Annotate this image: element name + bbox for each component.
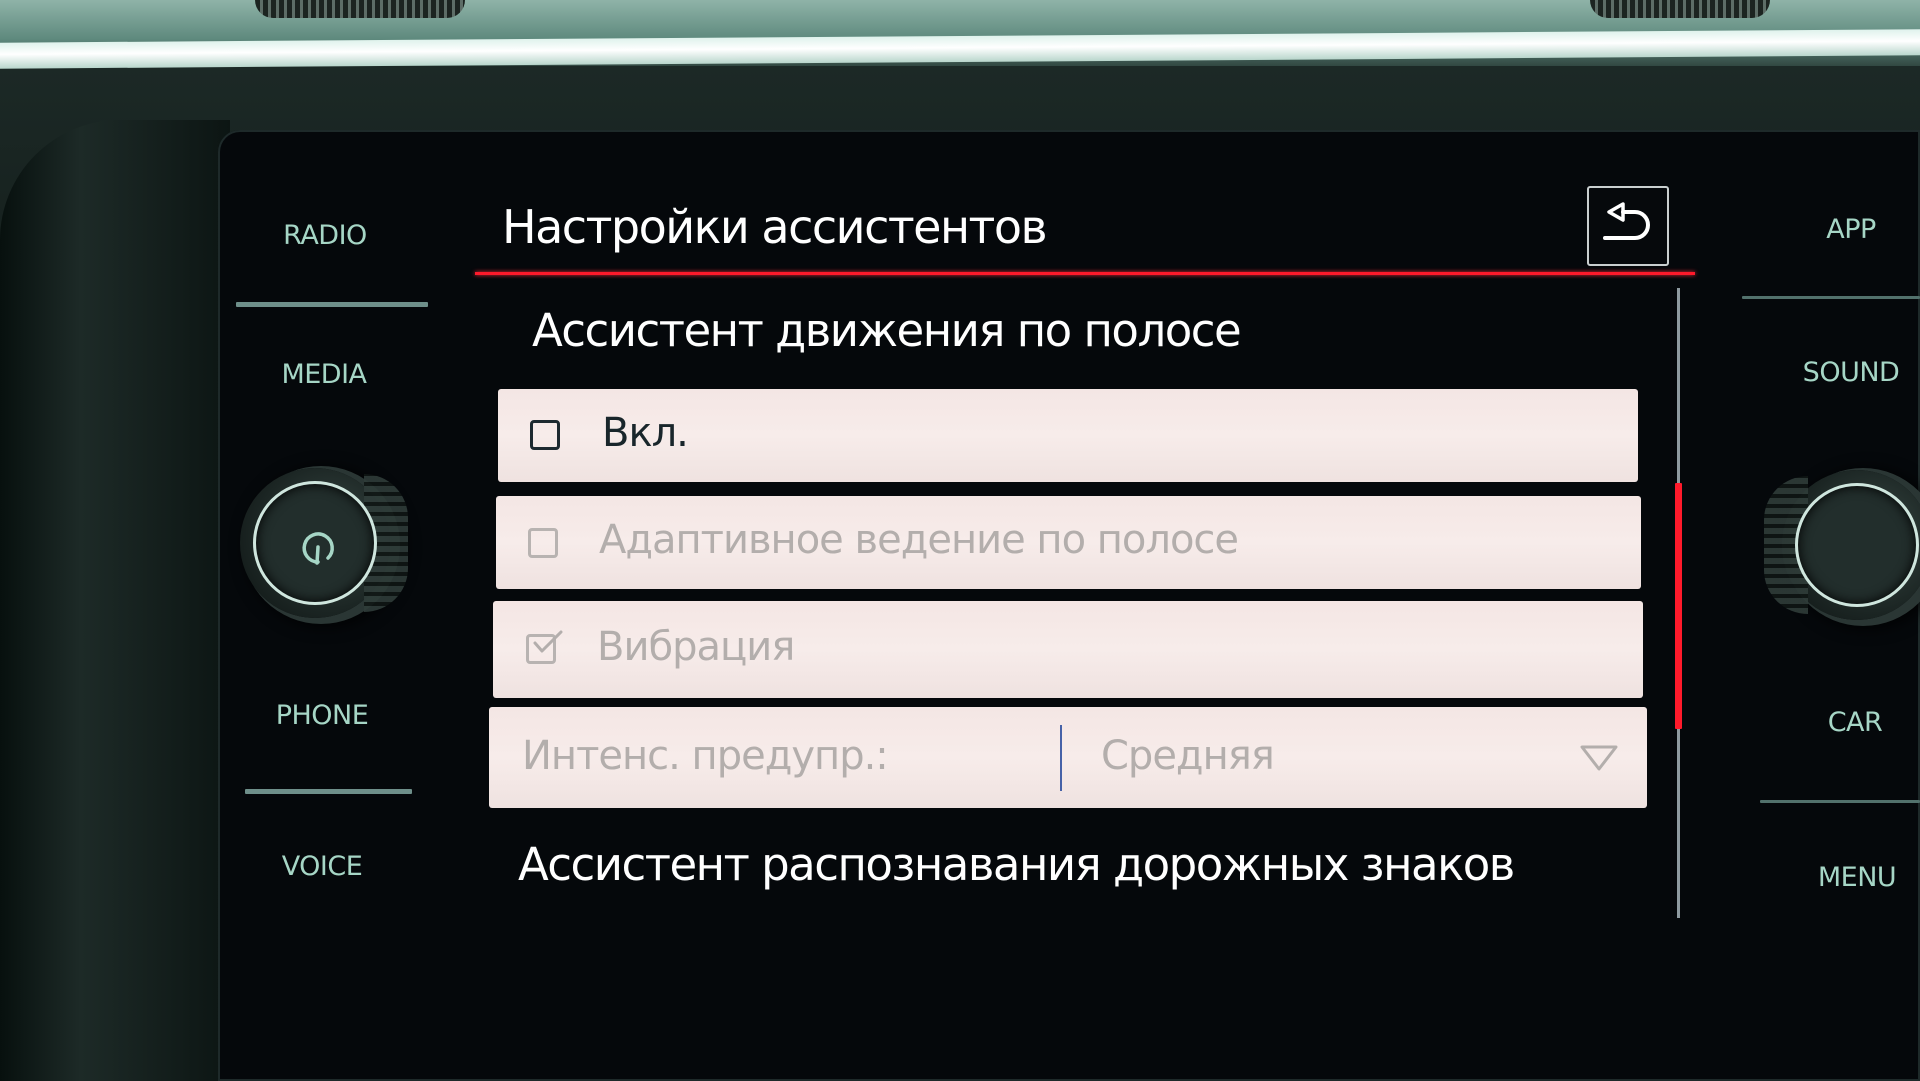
nav-divider [1760, 800, 1920, 803]
vent-knob [1590, 0, 1770, 18]
row-lane-assist-on[interactable]: Вкл. [498, 389, 1638, 482]
checkbox-unchecked[interactable] [530, 420, 560, 450]
nav-app[interactable]: APP [1826, 214, 1876, 245]
select-label: Интенс. предупр.: [522, 733, 889, 779]
row-label: Вкл. [602, 410, 689, 456]
scrollbar-thumb[interactable] [1675, 483, 1682, 729]
nav-voice[interactable]: VOICE [282, 851, 363, 882]
select-value[interactable]: Средняя [1101, 733, 1275, 779]
select-divider [1060, 725, 1062, 791]
volume-knob[interactable] [240, 468, 408, 618]
row-adaptive-lane-guidance[interactable]: Адаптивное ведение по полосе [496, 496, 1641, 589]
dropdown-triangle-icon[interactable] [1579, 743, 1619, 773]
nav-radio[interactable]: RADIO [283, 220, 367, 251]
knob-ring [1795, 483, 1919, 607]
vent-knob [255, 0, 465, 18]
back-arrow-icon [1603, 202, 1650, 240]
checkbox-unchecked[interactable] [528, 528, 558, 558]
nav-phone[interactable]: PHONE [276, 700, 369, 731]
scrollbar[interactable] [1675, 288, 1682, 918]
nav-media[interactable]: MEDIA [281, 359, 367, 390]
nav-divider [245, 789, 412, 794]
knob-ring [253, 481, 377, 605]
back-button[interactable] [1587, 186, 1669, 266]
section-header-traffic-sign: Ассистент распознавания дорожных знаков [518, 838, 1515, 891]
nav-divider [1742, 296, 1920, 299]
nav-sound[interactable]: SOUND [1803, 357, 1900, 388]
nav-divider [236, 302, 428, 307]
tuner-knob[interactable] [1764, 470, 1920, 620]
row-label: Адаптивное ведение по полосе [599, 517, 1239, 563]
nav-menu[interactable]: MENU [1818, 862, 1897, 893]
page-title: Настройки ассистентов [502, 200, 1048, 254]
checkbox-checked[interactable] [526, 630, 563, 664]
row-vibration[interactable]: Вибрация [493, 601, 1643, 698]
row-label: Вибрация [597, 624, 795, 670]
bezel-left-edge [0, 120, 230, 1081]
power-icon [302, 532, 334, 565]
section-header-lane-assist: Ассистент движения по полосе [532, 304, 1242, 357]
header-underline [475, 272, 1695, 275]
row-warning-intensity[interactable]: Интенс. предупр.: Средняя [489, 707, 1647, 808]
check-icon [533, 630, 563, 653]
nav-car[interactable]: CAR [1828, 707, 1883, 738]
